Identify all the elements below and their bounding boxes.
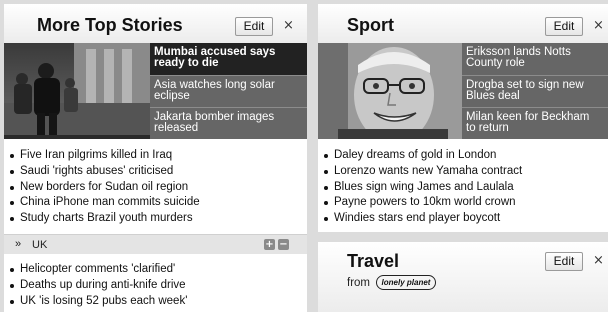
story-link[interactable]: Payne powers to 10km world crown bbox=[322, 195, 522, 211]
top-stories-panel: More Top Stories Edit × Mumbai accused s… bbox=[4, 4, 307, 312]
story-link[interactable]: Helicopter comments 'clarified' bbox=[8, 262, 187, 278]
travel-panel: Travel Edit × from lonely planet bbox=[318, 242, 608, 312]
sport-header: Sport Edit × bbox=[318, 4, 608, 43]
top-stories-header: More Top Stories Edit × bbox=[4, 4, 307, 43]
travel-header: Travel Edit × from lonely planet bbox=[318, 242, 608, 312]
uk-stories-list: Helicopter comments 'clarified' Deaths u… bbox=[8, 262, 187, 309]
story-link[interactable]: Daley dreams of gold in London bbox=[322, 148, 522, 164]
sport-stories-list: Daley dreams of gold in London Lorenzo w… bbox=[322, 148, 522, 227]
expand-icon[interactable]: + bbox=[264, 239, 275, 250]
sport-headlines: Eriksson lands Notts County role Drogba … bbox=[462, 43, 608, 139]
travel-from-label: from bbox=[347, 277, 370, 289]
headline-line: eclipse bbox=[154, 90, 190, 102]
headline-line: Blues deal bbox=[466, 90, 520, 102]
story-link[interactable]: Deaths up during anti-knife drive bbox=[8, 278, 187, 294]
story-link[interactable]: Lorenzo wants new Yamaha contract bbox=[322, 164, 522, 180]
headline-line: to return bbox=[466, 122, 509, 134]
story-link[interactable]: Saudi 'rights abuses' criticised bbox=[8, 164, 200, 180]
headline-link[interactable]: Milan keen for Beckham to return bbox=[462, 107, 608, 139]
travel-edit-button[interactable]: Edit bbox=[545, 252, 583, 271]
chevron-right-icon: » bbox=[15, 238, 22, 250]
travel-title: Travel bbox=[347, 251, 400, 271]
sport-title: Sport bbox=[347, 15, 394, 35]
crowd-photo-icon[interactable] bbox=[4, 43, 150, 139]
uk-section-label[interactable]: UK bbox=[32, 239, 47, 251]
top-stories-title: More Top Stories bbox=[37, 15, 183, 35]
headline-line: released bbox=[154, 122, 199, 134]
story-link[interactable]: China iPhone man commits suicide bbox=[8, 195, 200, 211]
sport-panel: Sport Edit × Eriksson lands Notts County… bbox=[318, 4, 608, 232]
story-link[interactable]: Blues sign wing James and Laulala bbox=[322, 180, 522, 196]
lonely-planet-logo[interactable]: lonely planet bbox=[376, 275, 436, 290]
travel-close-icon[interactable]: × bbox=[593, 253, 604, 269]
collapse-icon[interactable]: − bbox=[278, 239, 289, 250]
headline-line: ready to die bbox=[154, 57, 219, 69]
headline-link[interactable]: Drogba set to sign new Blues deal bbox=[462, 75, 608, 107]
story-link[interactable]: Study charts Brazil youth murders bbox=[8, 211, 200, 227]
top-stories-edit-button[interactable]: Edit bbox=[235, 17, 273, 36]
story-link[interactable]: Windies stars end player boycott bbox=[322, 211, 522, 227]
story-link[interactable]: UK 'is losing 52 pubs each week' bbox=[8, 294, 187, 310]
smiling-man-portrait-icon[interactable] bbox=[318, 43, 462, 139]
sport-edit-button[interactable]: Edit bbox=[545, 17, 583, 36]
story-link[interactable]: New borders for Sudan oil region bbox=[8, 180, 200, 196]
headline-link[interactable]: Eriksson lands Notts County role bbox=[462, 43, 608, 75]
headline-link[interactable]: Mumbai accused says ready to die bbox=[150, 43, 307, 75]
top-stories-close-icon[interactable]: × bbox=[283, 18, 294, 34]
sport-close-icon[interactable]: × bbox=[593, 18, 604, 34]
headline-line: County role bbox=[466, 57, 525, 69]
top-stories-headlines: Mumbai accused says ready to die Asia wa… bbox=[150, 43, 307, 139]
headline-link[interactable]: Jakarta bomber images released bbox=[150, 107, 307, 139]
top-stories-list: Five Iran pilgrims killed in Iraq Saudi … bbox=[8, 148, 200, 227]
story-link[interactable]: Five Iran pilgrims killed in Iraq bbox=[8, 148, 200, 164]
uk-section-bar[interactable]: » UK + − bbox=[4, 234, 307, 254]
headline-link[interactable]: Asia watches long solar eclipse bbox=[150, 75, 307, 107]
